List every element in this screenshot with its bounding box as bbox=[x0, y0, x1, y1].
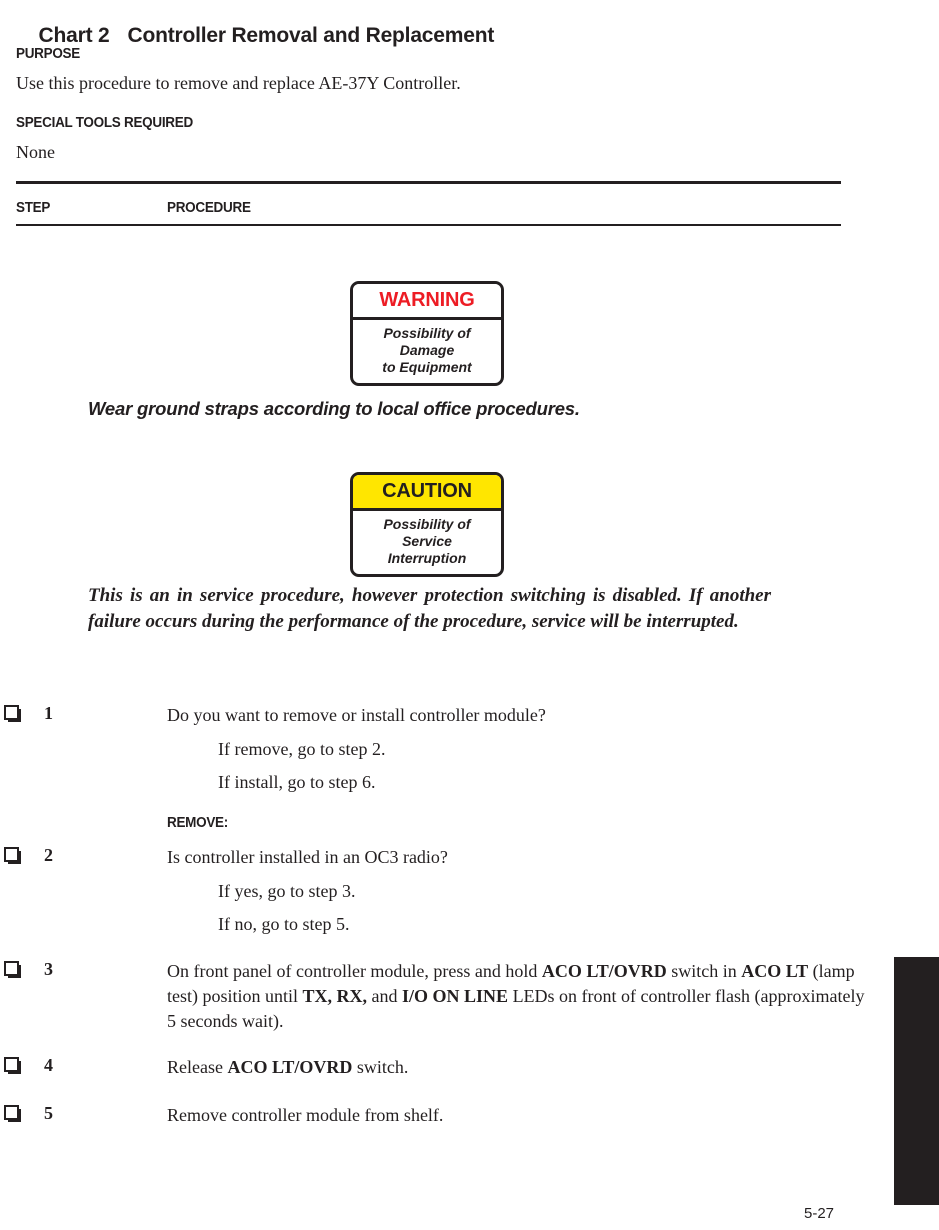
step-checkbox[interactable] bbox=[4, 705, 19, 720]
purpose-body: Use this procedure to remove and replace… bbox=[16, 73, 461, 93]
step-number: 4 bbox=[44, 1055, 53, 1075]
page-title: Chart 2 Controller Removal and Replacemen… bbox=[16, 0, 495, 72]
chapter-thumb-tab bbox=[894, 957, 939, 1205]
column-header-procedure: PROCEDURE bbox=[167, 200, 251, 216]
caution-heading: CAUTION bbox=[353, 475, 501, 511]
step-text: Do you want to remove or install control… bbox=[167, 705, 546, 725]
step-substep: If remove, go to step 2. bbox=[218, 739, 386, 759]
chart-title-text: Controller Removal and Replacement bbox=[127, 24, 495, 47]
special-tools-heading: SPECIAL TOOLS REQUIRED bbox=[16, 115, 193, 131]
purpose-heading: PURPOSE bbox=[16, 46, 80, 62]
warning-body-line-2: Damage bbox=[399, 342, 455, 358]
step-number: 2 bbox=[44, 845, 53, 865]
caution-body-line-2: Service bbox=[402, 533, 452, 549]
caution-body: Possibility of Service Interruption bbox=[353, 511, 501, 574]
step-text: Remove controller module from shelf. bbox=[167, 1105, 444, 1125]
step-text: Release ACO LT/OVRD switch. bbox=[167, 1057, 409, 1077]
warning-body: Possibility of Damage to Equipment bbox=[353, 320, 501, 383]
warning-body-line-3: to Equipment bbox=[382, 359, 472, 375]
warning-heading: WARNING bbox=[353, 284, 501, 320]
step-checkbox[interactable] bbox=[4, 847, 19, 862]
special-tools-body: None bbox=[16, 142, 55, 162]
step-text: Is controller installed in an OC3 radio? bbox=[167, 847, 448, 867]
chart-label: Chart 2 bbox=[38, 24, 110, 47]
step-text: On front panel of controller module, pre… bbox=[167, 961, 865, 1031]
remove-section-label: REMOVE: bbox=[167, 815, 228, 831]
warning-caption: Wear ground straps according to local of… bbox=[88, 398, 580, 419]
step-number: 3 bbox=[44, 959, 53, 979]
warning-body-line-1: Possibility of bbox=[383, 325, 471, 341]
warning-box: WARNING Possibility of Damage to Equipme… bbox=[350, 281, 504, 386]
caution-body-line-1: Possibility of bbox=[383, 516, 471, 532]
table-rule-bottom bbox=[16, 224, 841, 226]
step-number: 5 bbox=[44, 1103, 53, 1123]
step-number: 1 bbox=[44, 703, 53, 723]
caution-caption: This is an in service procedure, however… bbox=[88, 585, 771, 632]
table-rule-top bbox=[16, 181, 841, 184]
step-checkbox[interactable] bbox=[4, 1105, 19, 1120]
step-checkbox[interactable] bbox=[4, 1057, 19, 1072]
step-substep: If no, go to step 5. bbox=[218, 914, 350, 934]
caution-body-line-3: Interruption bbox=[387, 550, 467, 566]
page-number: 5-27 bbox=[804, 1205, 835, 1222]
document-page: Chart 2 Controller Removal and Replacemen… bbox=[0, 0, 939, 1230]
caution-box: CAUTION Possibility of Service Interrupt… bbox=[350, 472, 504, 577]
step-substep: If install, go to step 6. bbox=[218, 772, 376, 792]
step-checkbox[interactable] bbox=[4, 961, 19, 976]
step-substep: If yes, go to step 3. bbox=[218, 881, 356, 901]
column-header-step: STEP bbox=[16, 200, 51, 216]
